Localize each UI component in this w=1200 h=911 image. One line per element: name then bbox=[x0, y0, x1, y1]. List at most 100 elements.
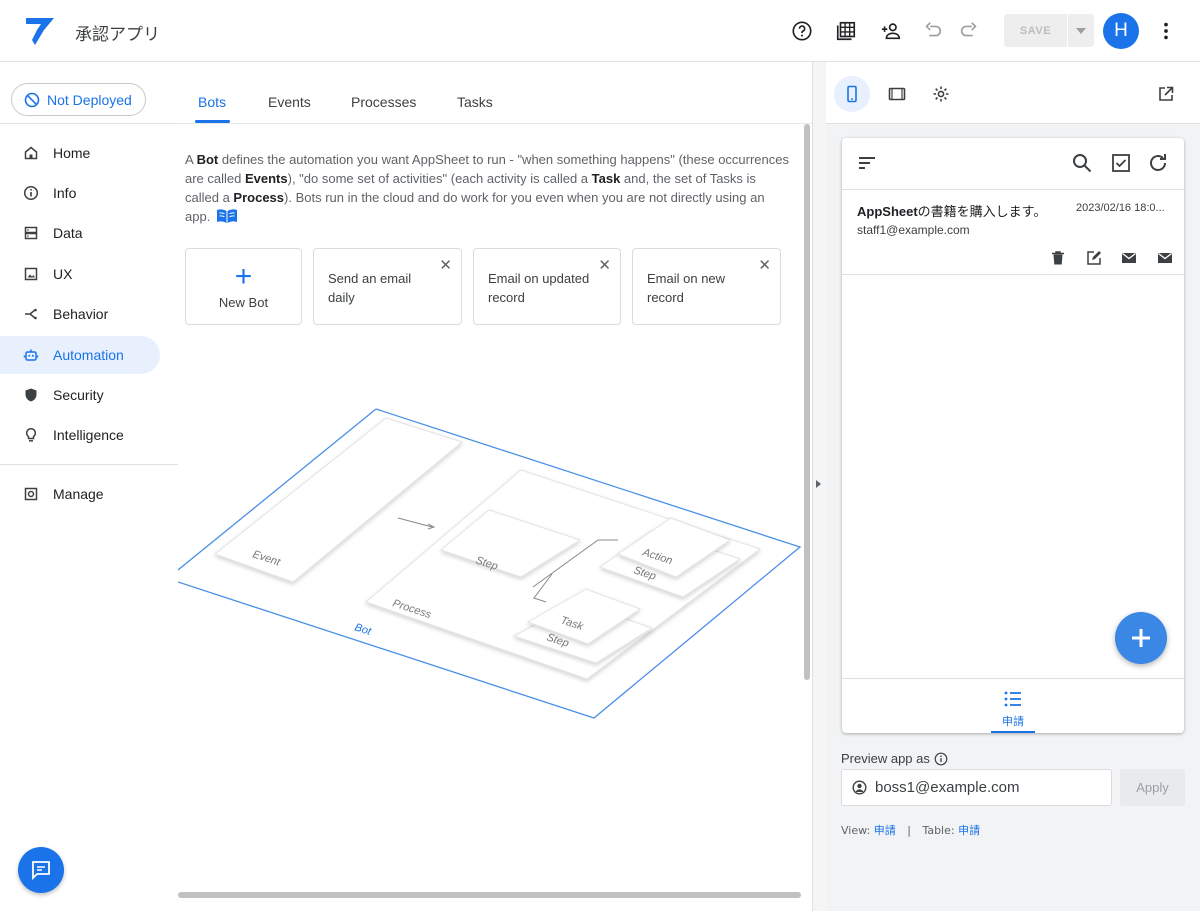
sidebar-item-home[interactable]: Home bbox=[0, 134, 160, 172]
sidebar-item-intelligence[interactable]: Intelligence bbox=[0, 416, 160, 454]
add-person-icon[interactable] bbox=[879, 19, 903, 43]
preview-as-label: Preview app as bbox=[841, 751, 948, 766]
automation-main: Bots Events Processes Tasks A Bot define… bbox=[178, 62, 812, 911]
tab-tasks[interactable]: Tasks bbox=[457, 94, 493, 110]
diagram-bot-label: Bot bbox=[353, 621, 373, 638]
new-bot-label: New Bot bbox=[218, 295, 269, 310]
sidebar-item-label: Automation bbox=[53, 347, 124, 363]
table-link[interactable]: 申請 bbox=[958, 824, 980, 837]
save-button-group: SAVE bbox=[1004, 14, 1094, 47]
close-icon[interactable]: ✕ bbox=[758, 256, 771, 274]
sidebar-item-behavior[interactable]: Behavior bbox=[0, 295, 160, 333]
tab-events[interactable]: Events bbox=[268, 94, 311, 110]
preview-settings-button[interactable] bbox=[923, 76, 959, 112]
account-circle-icon bbox=[852, 780, 867, 795]
automation-tabs: Bots Events Processes Tasks bbox=[178, 62, 812, 124]
tablet-icon bbox=[888, 87, 906, 101]
app-title: 承認アプリ bbox=[75, 25, 160, 45]
sidebar-item-ux[interactable]: UX bbox=[0, 255, 160, 293]
tab-processes[interactable]: Processes bbox=[351, 94, 416, 110]
edit-icon[interactable] bbox=[1085, 249, 1103, 267]
bot-description: A Bot defines the automation you want Ap… bbox=[185, 152, 789, 224]
mobile-preview-button[interactable] bbox=[834, 76, 870, 112]
sidebar-item-label: Data bbox=[53, 225, 83, 241]
nav-divider bbox=[0, 123, 178, 124]
gear-icon bbox=[933, 86, 949, 102]
add-record-button[interactable] bbox=[1115, 612, 1167, 664]
record-title: AppSheetの書籍を購入します。 bbox=[857, 204, 1047, 220]
bot-diagram-illustration: Event Process Step Action Step Task Step… bbox=[178, 408, 802, 719]
bot-name: Email on new record bbox=[647, 271, 726, 305]
preview-as-value: boss1@example.com bbox=[875, 779, 1020, 796]
apply-button[interactable]: Apply bbox=[1120, 769, 1185, 806]
nav-divider bbox=[0, 464, 178, 465]
preview-panel: AppSheetの書籍を購入します。 2023/02/16 18:0... st… bbox=[826, 62, 1200, 911]
robot-icon bbox=[23, 349, 39, 361]
list-icon[interactable] bbox=[1003, 689, 1023, 709]
vertical-scrollbar[interactable] bbox=[804, 124, 810, 680]
view-table-info: View: 申請 | Table: 申請 bbox=[841, 824, 981, 837]
sidebar-item-manage[interactable]: Manage bbox=[0, 475, 160, 513]
deploy-status-button[interactable]: Not Deployed bbox=[11, 83, 146, 116]
tables-icon[interactable] bbox=[834, 19, 858, 43]
sidebar-item-automation[interactable]: Automation bbox=[0, 336, 160, 374]
bot-card[interactable]: Email on new record ✕ bbox=[632, 248, 781, 325]
active-nav-indicator bbox=[991, 731, 1035, 733]
plus-icon bbox=[1132, 629, 1150, 647]
refresh-icon[interactable] bbox=[1147, 152, 1169, 174]
ux-icon bbox=[24, 267, 38, 281]
avatar[interactable]: H bbox=[1103, 13, 1139, 49]
delete-icon[interactable] bbox=[1049, 249, 1067, 267]
app-bottom-nav: 申請 bbox=[842, 678, 1184, 733]
open-in-new-button[interactable] bbox=[1148, 76, 1184, 112]
sidebar-item-data[interactable]: Data bbox=[0, 214, 160, 252]
chat-icon bbox=[32, 861, 50, 881]
search-icon[interactable] bbox=[1071, 152, 1093, 174]
sidebar-item-info[interactable]: Info bbox=[0, 174, 160, 212]
help-icon[interactable] bbox=[790, 19, 814, 43]
save-button[interactable]: SAVE bbox=[1004, 14, 1068, 47]
undo-icon[interactable] bbox=[921, 19, 945, 43]
docs-book-icon[interactable] bbox=[216, 208, 238, 224]
sidebar-item-label: Behavior bbox=[53, 306, 109, 322]
chat-button[interactable] bbox=[18, 847, 64, 893]
horizontal-scrollbar[interactable] bbox=[178, 892, 801, 898]
tablet-preview-button[interactable] bbox=[879, 76, 915, 112]
record-email: staff1@example.com bbox=[857, 223, 970, 237]
bot-card[interactable]: Send an email daily ✕ bbox=[313, 248, 462, 325]
close-icon[interactable]: ✕ bbox=[598, 256, 611, 274]
expand-arrow-icon[interactable] bbox=[816, 480, 821, 488]
sidebar-item-label: Info bbox=[53, 185, 77, 201]
manage-icon bbox=[24, 487, 38, 501]
email-icon[interactable] bbox=[1120, 249, 1138, 267]
list-item[interactable]: AppSheetの書籍を購入します。 2023/02/16 18:0... st… bbox=[842, 191, 1184, 275]
sidebar: Not Deployed Home Info Data UX Behavior … bbox=[0, 62, 178, 911]
new-bot-card[interactable]: + New Bot bbox=[185, 248, 302, 325]
open-in-new-icon bbox=[1159, 86, 1174, 101]
deploy-status-label: Not Deployed bbox=[47, 91, 132, 108]
view-link[interactable]: 申請 bbox=[874, 824, 896, 837]
redo-icon[interactable] bbox=[957, 19, 981, 43]
save-dropdown-button[interactable] bbox=[1068, 14, 1094, 47]
not-deployed-icon bbox=[24, 92, 40, 107]
sidebar-item-label: Security bbox=[53, 387, 104, 403]
nav-tab-label[interactable]: 申請 bbox=[842, 713, 1184, 729]
info-icon[interactable] bbox=[934, 752, 948, 766]
appsheet-logo-icon[interactable] bbox=[24, 16, 56, 46]
more-vert-icon[interactable] bbox=[1154, 19, 1178, 43]
data-icon bbox=[24, 226, 38, 240]
preview-toolbar bbox=[826, 62, 1200, 124]
sidebar-item-security[interactable]: Security bbox=[0, 376, 160, 414]
tab-bots[interactable]: Bots bbox=[198, 94, 226, 110]
sidebar-item-label: Intelligence bbox=[53, 427, 124, 443]
bot-card[interactable]: Email on updated record ✕ bbox=[473, 248, 621, 325]
preview-as-input[interactable]: boss1@example.com bbox=[841, 769, 1112, 806]
close-icon[interactable]: ✕ bbox=[439, 256, 452, 274]
email-icon[interactable] bbox=[1156, 249, 1174, 267]
plus-icon: + bbox=[234, 260, 253, 293]
sort-icon[interactable] bbox=[856, 152, 878, 174]
select-checkbox-icon[interactable] bbox=[1110, 152, 1132, 174]
active-tab-indicator bbox=[195, 120, 230, 123]
panel-divider[interactable] bbox=[812, 62, 826, 911]
bot-name: Email on updated record bbox=[488, 271, 590, 305]
